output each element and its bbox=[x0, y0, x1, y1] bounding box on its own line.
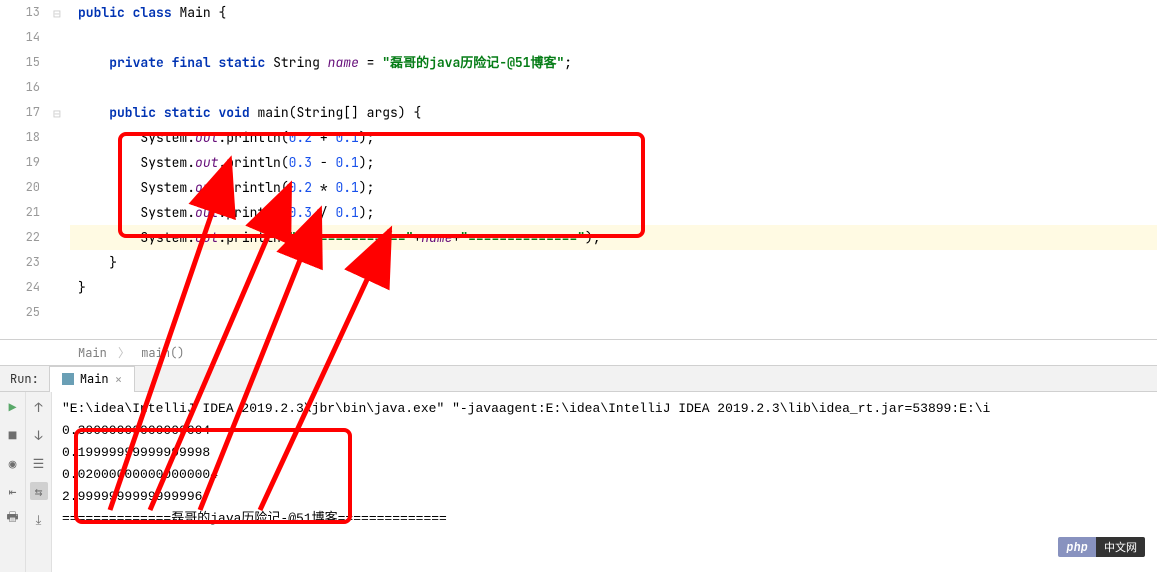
run-tab-label: Main bbox=[80, 371, 109, 387]
console-output[interactable]: "E:\idea\IntelliJ IDEA 2019.2.3\jbr\bin\… bbox=[52, 392, 1157, 572]
code-line[interactable]: System.out.println(0.2 * 0.1); bbox=[70, 175, 1157, 200]
code-line[interactable]: public class Main { bbox=[70, 0, 1157, 25]
line-number-gutter: 13▶14151617▶1819202122232425 bbox=[0, 0, 48, 339]
code-line[interactable] bbox=[70, 75, 1157, 100]
console-line: 0.30000000000000004 bbox=[62, 420, 1147, 442]
code-line[interactable] bbox=[70, 300, 1157, 325]
code-line[interactable]: private final static String name = "磊哥的j… bbox=[70, 50, 1157, 75]
watermark-cn: 中文网 bbox=[1096, 537, 1145, 557]
line-number: 15 bbox=[0, 50, 40, 75]
code-line[interactable]: } bbox=[70, 250, 1157, 275]
console-line: 2.9999999999999996 bbox=[62, 486, 1147, 508]
line-number: 18 bbox=[0, 125, 40, 150]
run-config-icon bbox=[62, 373, 74, 385]
rerun-button[interactable]: ▶ bbox=[4, 398, 22, 416]
run-toolbar-right: ↑ ↓ ☰ ⇆ ⤓ bbox=[26, 392, 52, 572]
run-body: ▶ ■ ◉ ⇤ 🖶 ↑ ↓ ☰ ⇆ ⤓ "E:\idea\IntelliJ ID… bbox=[0, 392, 1157, 572]
run-header: Run: Main × bbox=[0, 366, 1157, 392]
line-number: 21 bbox=[0, 200, 40, 225]
code-area[interactable]: public class Main { private final static… bbox=[70, 0, 1157, 339]
run-toolbar-left: ▶ ■ ◉ ⇤ 🖶 bbox=[0, 392, 26, 572]
fold-marker-icon[interactable]: ⊟ bbox=[53, 105, 61, 122]
run-label: Run: bbox=[0, 371, 49, 387]
print-button[interactable]: 🖶 bbox=[4, 510, 22, 528]
console-line: "E:\idea\IntelliJ IDEA 2019.2.3\jbr\bin\… bbox=[62, 398, 1147, 420]
code-line[interactable]: System.out.println(0.2 + 0.1); bbox=[70, 125, 1157, 150]
up-button[interactable]: ↑ bbox=[30, 398, 48, 416]
line-number: 14 bbox=[0, 25, 40, 50]
exit-button[interactable]: ⇤ bbox=[4, 482, 22, 500]
code-line[interactable]: System.out.println(0.3 - 0.1); bbox=[70, 150, 1157, 175]
down-button[interactable]: ↓ bbox=[30, 426, 48, 444]
code-line[interactable] bbox=[70, 25, 1157, 50]
fold-marker-icon[interactable]: ⊟ bbox=[53, 5, 61, 22]
line-number: 20 bbox=[0, 175, 40, 200]
run-tool-window: Run: Main × ▶ ■ ◉ ⇤ 🖶 ↑ ↓ ☰ ⇆ ⤓ "E:\idea… bbox=[0, 366, 1157, 572]
fold-column: ⊟ ⊟ bbox=[48, 0, 70, 339]
code-line[interactable]: System.out.println("=============="+name… bbox=[70, 225, 1157, 250]
code-line[interactable]: public static void main(String[] args) { bbox=[70, 100, 1157, 125]
screenshot-button[interactable]: ◉ bbox=[4, 454, 22, 472]
code-line[interactable]: } bbox=[70, 275, 1157, 300]
line-number: 19 bbox=[0, 150, 40, 175]
line-number: 22 bbox=[0, 225, 40, 250]
console-line: 0.19999999999999998 bbox=[62, 442, 1147, 464]
watermark-php: php bbox=[1058, 537, 1096, 557]
close-icon[interactable]: × bbox=[115, 371, 123, 388]
console-line: ==============磊哥的java历险记-@51博客==========… bbox=[62, 508, 1147, 530]
breadcrumb[interactable]: Main 〉 main() bbox=[0, 340, 1157, 366]
breadcrumb-separator-icon: 〉 bbox=[118, 345, 130, 361]
line-number: 23 bbox=[0, 250, 40, 275]
line-number: 13▶ bbox=[0, 0, 40, 25]
run-tab[interactable]: Main × bbox=[49, 366, 136, 392]
console-line: 0.020000000000000004 bbox=[62, 464, 1147, 486]
editor-area: 13▶14151617▶1819202122232425 ⊟ ⊟ public … bbox=[0, 0, 1157, 340]
breadcrumb-class[interactable]: Main bbox=[78, 345, 107, 361]
breadcrumb-method[interactable]: main() bbox=[141, 345, 184, 361]
stop-button[interactable]: ■ bbox=[4, 426, 22, 444]
line-number: 17▶ bbox=[0, 100, 40, 125]
watermark: php 中文网 bbox=[1058, 537, 1145, 557]
soft-wrap-button[interactable]: ⇆ bbox=[30, 482, 48, 500]
code-line[interactable]: System.out.println(0.3 / 0.1); bbox=[70, 200, 1157, 225]
filter-button[interactable]: ☰ bbox=[30, 454, 48, 472]
line-number: 25 bbox=[0, 300, 40, 325]
line-number: 24 bbox=[0, 275, 40, 300]
scroll-to-end-button[interactable]: ⤓ bbox=[30, 510, 48, 528]
line-number: 16 bbox=[0, 75, 40, 100]
